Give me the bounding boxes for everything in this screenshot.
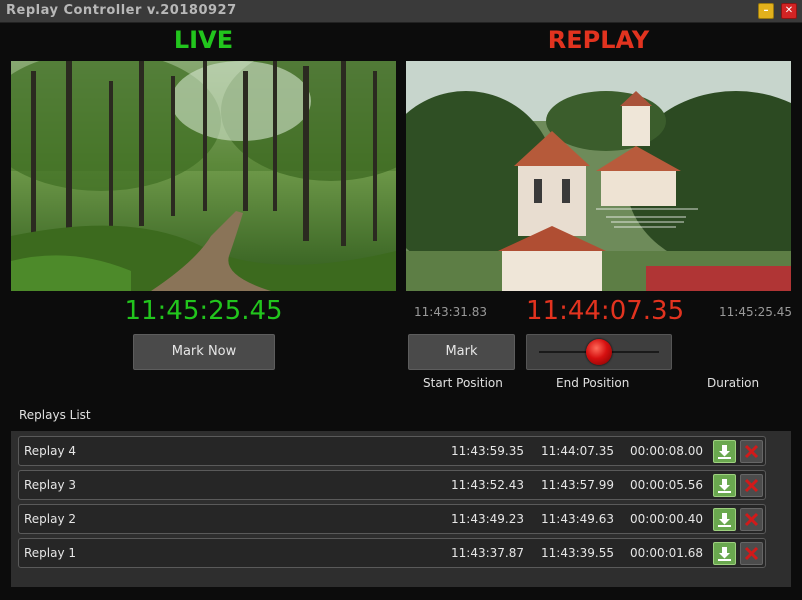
- replay-row[interactable]: Replay 1 11:43:37.87 11:43:39.55 00:00:0…: [18, 538, 766, 568]
- mark-now-button[interactable]: Mark Now: [133, 334, 275, 370]
- replay-row[interactable]: Replay 4 11:43:59.35 11:44:07.35 00:00:0…: [18, 436, 766, 466]
- duration-label: Duration: [707, 376, 760, 390]
- live-header: LIVE: [173, 26, 234, 54]
- download-button[interactable]: [713, 542, 736, 565]
- replay-start-timecode: 11:43:31.83: [414, 305, 487, 319]
- replays-list: Replay 4 11:43:59.35 11:44:07.35 00:00:0…: [11, 431, 791, 587]
- replay-name: Replay 4: [24, 444, 77, 458]
- title-bar: Replay Controller v.20180927 – ✕: [0, 0, 802, 23]
- close-button[interactable]: ✕: [781, 3, 797, 19]
- replay-start: 11:43:49.23: [451, 512, 524, 526]
- mark-button[interactable]: Mark: [408, 334, 515, 370]
- replay-duration: 00:00:05.56: [630, 478, 703, 492]
- replay-video-preview: [406, 61, 791, 291]
- replay-row[interactable]: Replay 2 11:43:49.23 11:43:49.63 00:00:0…: [18, 504, 766, 534]
- delete-button[interactable]: [740, 508, 763, 531]
- end-position-label: End Position: [556, 376, 630, 390]
- replay-end: 11:43:57.99: [541, 478, 614, 492]
- delete-button[interactable]: [740, 440, 763, 463]
- replay-header: REPLAY: [547, 26, 650, 54]
- download-icon: [718, 547, 731, 561]
- download-button[interactable]: [713, 508, 736, 531]
- start-position-label: Start Position: [423, 376, 503, 390]
- replay-position-slider[interactable]: [526, 334, 672, 370]
- delete-button[interactable]: [740, 542, 763, 565]
- replay-end: 11:44:07.35: [541, 444, 614, 458]
- slider-knob[interactable]: [586, 339, 612, 365]
- forest-path-image: [11, 61, 396, 291]
- church-aerial-image: [406, 61, 791, 291]
- replay-name: Replay 1: [24, 546, 77, 560]
- replay-name: Replay 3: [24, 478, 77, 492]
- download-icon: [718, 479, 731, 493]
- window-title: Replay Controller v.20180927: [6, 3, 237, 18]
- replay-start: 11:43:59.35: [451, 444, 524, 458]
- download-icon: [718, 445, 731, 459]
- delete-icon: [744, 444, 759, 459]
- download-icon: [718, 513, 731, 527]
- replay-current-timecode: 11:44:07.35: [526, 296, 685, 326]
- download-button[interactable]: [713, 440, 736, 463]
- replays-list-label: Replays List: [19, 408, 91, 422]
- minimize-button[interactable]: –: [758, 3, 774, 19]
- replay-end-timecode: 11:45:25.45: [719, 305, 792, 319]
- replay-end: 11:43:49.63: [541, 512, 614, 526]
- replay-duration: 00:00:01.68: [630, 546, 703, 560]
- live-timecode: 11:45:25.45: [124, 296, 283, 326]
- delete-button[interactable]: [740, 474, 763, 497]
- replay-start: 11:43:37.87: [451, 546, 524, 560]
- replay-end: 11:43:39.55: [541, 546, 614, 560]
- delete-icon: [744, 512, 759, 527]
- delete-icon: [744, 478, 759, 493]
- delete-icon: [744, 546, 759, 561]
- replay-row[interactable]: Replay 3 11:43:52.43 11:43:57.99 00:00:0…: [18, 470, 766, 500]
- replay-name: Replay 2: [24, 512, 77, 526]
- live-video-preview: [11, 61, 396, 291]
- replay-start: 11:43:52.43: [451, 478, 524, 492]
- replay-duration: 00:00:08.00: [630, 444, 703, 458]
- replay-duration: 00:00:00.40: [630, 512, 703, 526]
- download-button[interactable]: [713, 474, 736, 497]
